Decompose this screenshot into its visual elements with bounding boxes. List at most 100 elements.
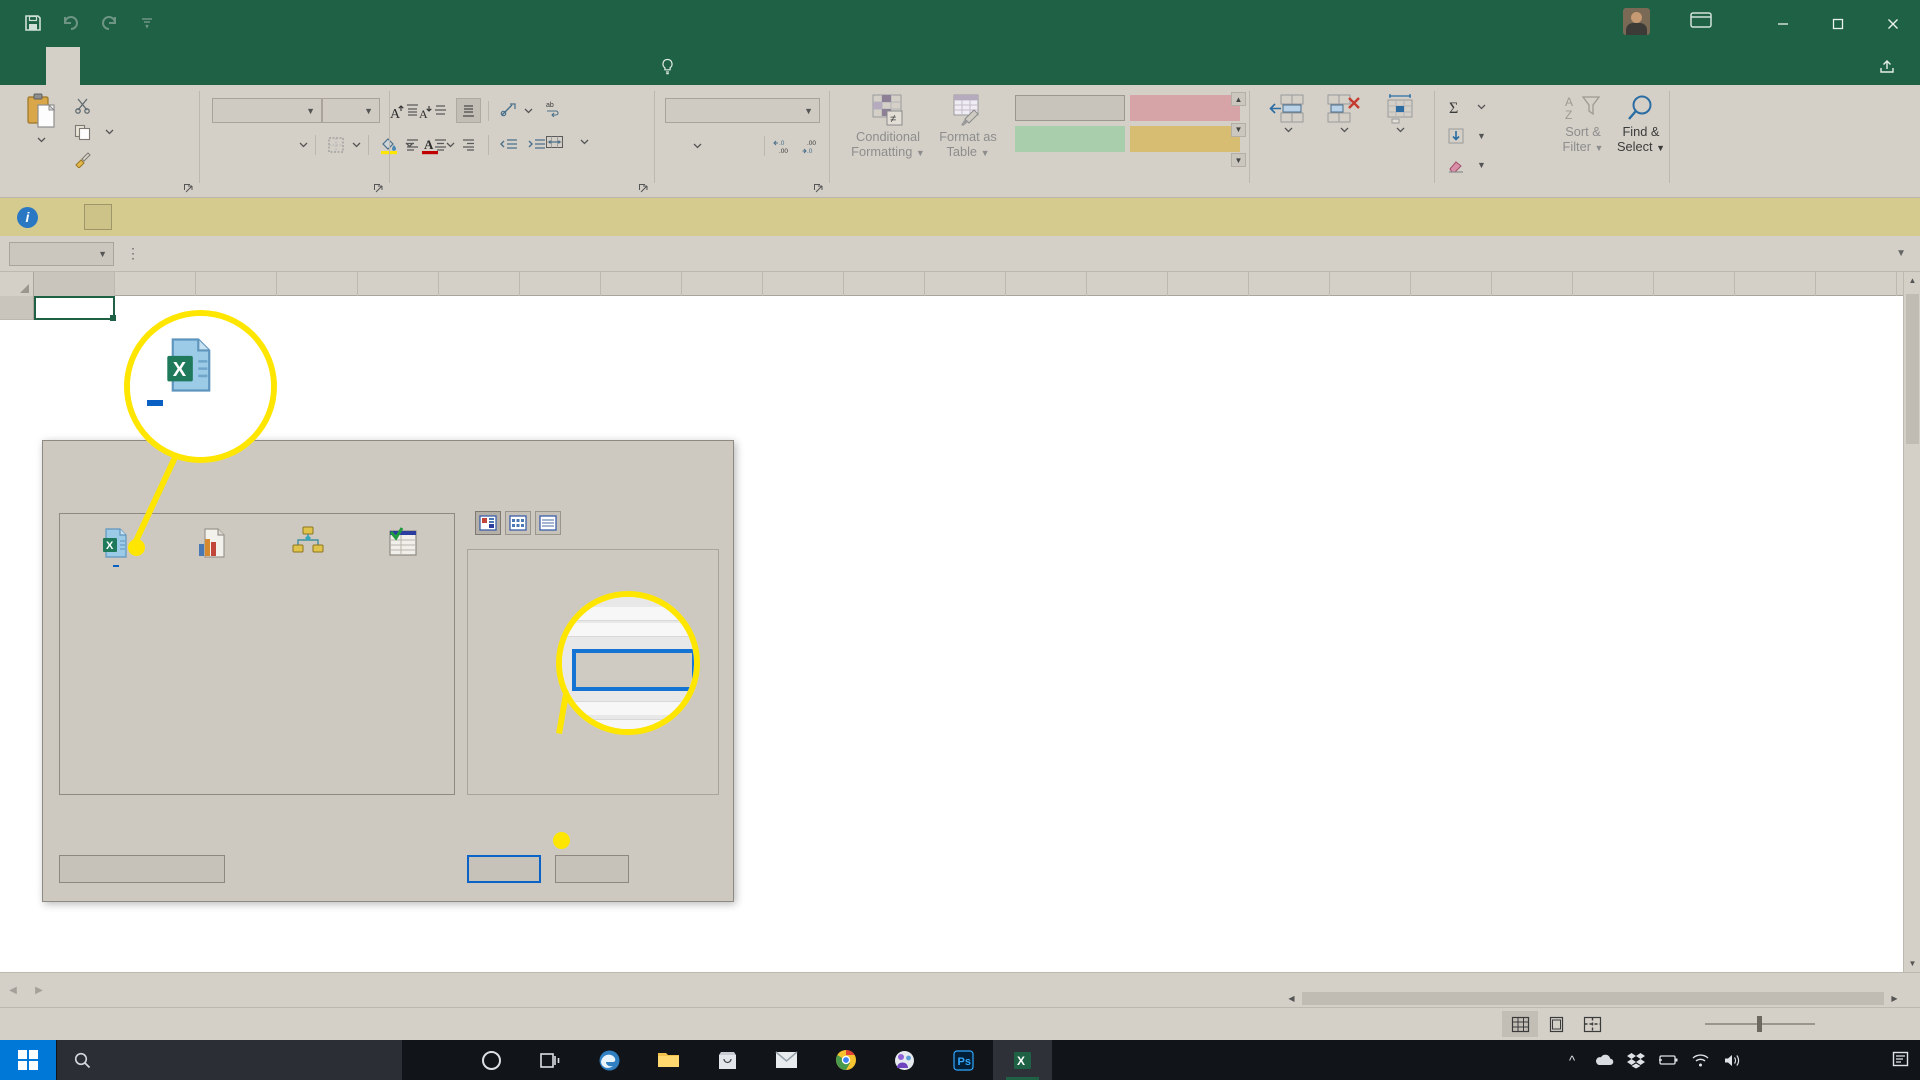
merge-center-button[interactable] [545,133,589,151]
page-break-view-button[interactable] [1574,1011,1610,1037]
percent-format-button[interactable] [704,133,730,159]
chevron-down-icon[interactable] [1477,104,1486,110]
chevron-down-icon[interactable] [524,108,533,114]
zoom-thumb[interactable] [1757,1016,1762,1032]
column-header-S[interactable] [1492,272,1573,296]
font-dialog-launcher[interactable] [373,183,384,194]
font-size-select[interactable]: ▼ [322,98,380,123]
action-center-icon[interactable] [1882,1040,1920,1080]
increase-decimal-button[interactable]: .0.00 [771,133,797,159]
column-header-H[interactable] [601,272,682,296]
align-bottom-button[interactable] [456,98,481,123]
vertical-scroll-thumb[interactable] [1906,294,1919,444]
cell-style-good[interactable] [1015,126,1125,152]
autosum-button[interactable]: Σ [1447,95,1486,119]
excel-icon[interactable]: X [993,1040,1052,1080]
vertical-scrollbar[interactable]: ▲ ▼ [1903,272,1920,972]
column-header-O[interactable] [1168,272,1249,296]
column-header-J[interactable] [763,272,844,296]
large-icons-view-icon[interactable] [475,511,501,535]
borders-button[interactable] [323,132,349,158]
orientation-button[interactable] [496,98,521,123]
maximize-button[interactable] [1810,0,1865,47]
language-indicator[interactable] [1748,1040,1790,1080]
alignment-dialog-launcher[interactable] [638,183,649,194]
cell-styles-scroll[interactable]: ▲ ▼ ▼ [1231,92,1246,167]
close-button[interactable] [1865,0,1920,47]
chevron-down-icon[interactable] [693,143,702,149]
wifi-icon[interactable] [1684,1040,1716,1080]
column-header-I[interactable] [682,272,763,296]
column-header-Q[interactable] [1330,272,1411,296]
scroll-up-icon[interactable]: ▲ [1231,92,1246,106]
cell-style-normal[interactable] [1015,95,1125,121]
volume-icon[interactable] [1716,1040,1748,1080]
redo-icon[interactable] [96,10,122,36]
underline-button[interactable] [270,132,296,158]
page-layout-view-button[interactable] [1538,1011,1574,1037]
name-box[interactable]: ▼ [9,241,114,266]
formula-input[interactable] [224,242,1896,266]
column-header-E[interactable] [358,272,439,296]
chevron-down-icon[interactable] [580,139,589,145]
format-painter-button[interactable] [74,149,114,169]
number-format-select[interactable]: ▼ [665,98,820,123]
tell-me-search[interactable] [660,47,684,85]
mail-icon[interactable] [757,1040,816,1080]
column-header-W[interactable] [1816,272,1897,296]
clear-button[interactable]: ▼ [1447,153,1486,177]
column-header-N[interactable] [1087,272,1168,296]
bold-button[interactable] [212,132,238,158]
ribbon-tab-view[interactable] [250,47,284,85]
column-header-R[interactable] [1411,272,1492,296]
clock[interactable] [1790,1040,1882,1080]
dialog-close-button[interactable] [693,450,723,478]
format-as-table-button[interactable]: Format as Table ▼ [930,93,1006,159]
ribbon-tab-help[interactable] [284,47,318,85]
column-header-C[interactable] [196,272,277,296]
customize-qat-icon[interactable] [134,10,160,36]
decrease-decimal-button[interactable]: .00.0 [799,133,825,159]
photoshop-icon[interactable]: Ps [934,1040,993,1080]
ribbon-tab-page-layout[interactable] [114,47,148,85]
user-account[interactable] [1614,8,1650,35]
dropbox-icon[interactable] [1620,1040,1652,1080]
ribbon-tab-home[interactable] [46,47,80,85]
active-cell-selection[interactable] [34,296,116,322]
scroll-right-icon[interactable]: ▶ [1886,990,1903,1007]
number-dialog-launcher[interactable] [813,183,824,194]
align-right-button[interactable] [456,132,481,157]
store-icon[interactable] [698,1040,757,1080]
column-header-L[interactable] [925,272,1006,296]
ribbon-display-options-icon[interactable] [1690,12,1712,31]
ribbon-tab-formulas[interactable] [148,47,182,85]
cancel-button[interactable] [555,855,629,883]
cell-style-bad[interactable] [1130,95,1240,121]
minimize-button[interactable] [1755,0,1810,47]
align-middle-button[interactable] [428,98,453,123]
fill-button[interactable]: ▼ [1447,124,1486,148]
onedrive-icon[interactable] [1588,1040,1620,1080]
align-top-button[interactable] [400,98,425,123]
delete-cells-button[interactable] [1316,93,1372,133]
chevron-down-icon[interactable] [352,142,361,148]
reactivate-button[interactable] [84,204,112,230]
chevron-down-icon[interactable] [299,142,308,148]
edge-icon[interactable] [580,1040,639,1080]
column-header-F[interactable] [439,272,520,296]
scroll-left-icon[interactable]: ◀ [1283,990,1300,1007]
start-button[interactable] [0,1040,56,1080]
insert-cells-button[interactable] [1260,93,1316,133]
chrome-icon[interactable] [816,1040,875,1080]
template-list[interactable]: X [59,513,455,795]
column-header-P[interactable] [1249,272,1330,296]
conditional-formatting-button[interactable]: ≠ Conditional Formatting ▼ [847,93,929,159]
align-center-button[interactable] [428,132,453,157]
zoom-track[interactable] [1705,1016,1815,1032]
column-header-T[interactable] [1573,272,1654,296]
expand-formula-bar-button[interactable]: ▼ [1896,248,1906,259]
cut-button[interactable] [74,95,114,115]
column-header-M[interactable] [1006,272,1087,296]
ribbon-tab-insert[interactable] [80,47,114,85]
font-family-select[interactable]: ▼ [212,98,322,123]
